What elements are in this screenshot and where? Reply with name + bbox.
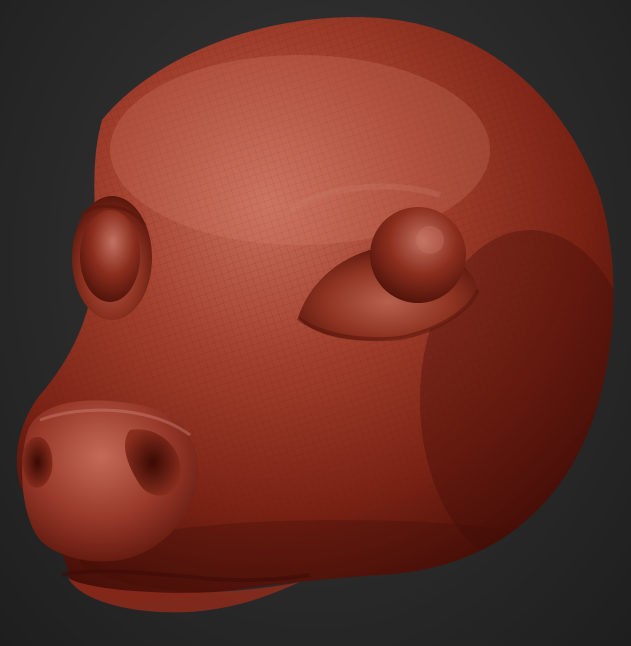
- left-eye: [72, 196, 152, 320]
- sculpted-creature-head-icon: [16, 17, 614, 613]
- nostril-left: [22, 436, 53, 488]
- sculpt-viewport[interactable]: [0, 0, 631, 646]
